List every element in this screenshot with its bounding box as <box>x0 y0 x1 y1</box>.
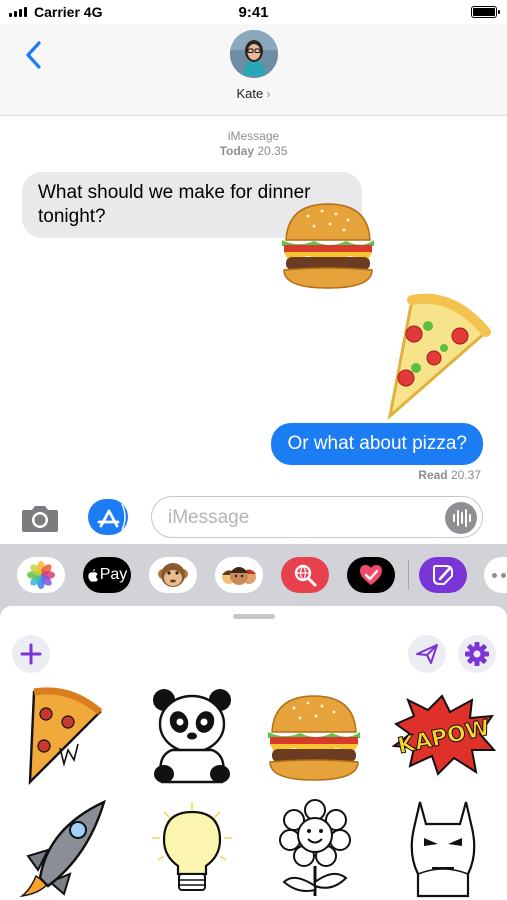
gear-icon[interactable] <box>458 635 496 673</box>
pizza-sticker[interactable] <box>20 686 104 786</box>
apple-icon <box>88 569 98 582</box>
apple-pay-app[interactable]: Pay <box>83 557 131 593</box>
burger-sticker[interactable] <box>278 200 378 292</box>
contact-avatar[interactable] <box>230 30 278 78</box>
heart-icon[interactable] <box>347 557 395 593</box>
back-chevron-icon[interactable] <box>22 38 48 72</box>
waveform-icon[interactable] <box>445 502 477 534</box>
rocket-sticker[interactable] <box>18 798 108 898</box>
conversation-header: Kate › <box>0 24 507 116</box>
flower-sticker[interactable] <box>272 798 358 898</box>
status-bar: Carrier 4G 9:41 <box>0 0 507 24</box>
clock: 9:41 <box>238 4 269 21</box>
outgoing-message-bubble[interactable]: Or what about pizza? <box>271 423 483 465</box>
conversation-timestamp: iMessage Today 20.35 <box>0 129 507 159</box>
paper-plane-icon[interactable] <box>408 635 446 673</box>
battery-icon <box>471 6 500 18</box>
message-input-placeholder: iMessage <box>168 507 250 528</box>
camera-icon[interactable] <box>20 503 60 533</box>
timestamp-time: 20.35 <box>257 144 288 158</box>
lightbulb-sticker[interactable] <box>144 800 240 900</box>
kapow-sticker[interactable]: KAPOW <box>392 694 496 776</box>
service-label: iMessage <box>227 129 280 143</box>
search-globe-icon[interactable] <box>281 557 329 593</box>
panda-sticker[interactable] <box>148 686 236 788</box>
monkey-icon[interactable] <box>149 557 197 593</box>
plus-icon[interactable] <box>12 635 50 673</box>
sticker-panel: KAPOW <box>0 606 507 900</box>
memoji-icon[interactable] <box>215 557 263 593</box>
message-input[interactable]: iMessage <box>151 496 483 538</box>
contact-chevron-icon: › <box>266 86 271 101</box>
photos-icon[interactable] <box>17 557 65 593</box>
batman-sticker[interactable] <box>402 798 484 898</box>
pizza-slice-sticker[interactable] <box>382 292 492 420</box>
panel-grabber[interactable] <box>233 614 275 619</box>
drawer-divider <box>408 560 409 590</box>
timestamp-day: Today <box>219 144 255 158</box>
contact-name[interactable]: Kate › <box>0 86 507 101</box>
sticker-pen-icon[interactable] <box>419 557 467 593</box>
read-receipt: Read 20.37 <box>418 468 481 482</box>
burger-sticker[interactable] <box>264 690 364 786</box>
app-drawer: Pay <box>0 544 507 606</box>
app-store-icon[interactable] <box>87 498 129 536</box>
more-dots-icon[interactable] <box>484 557 507 593</box>
